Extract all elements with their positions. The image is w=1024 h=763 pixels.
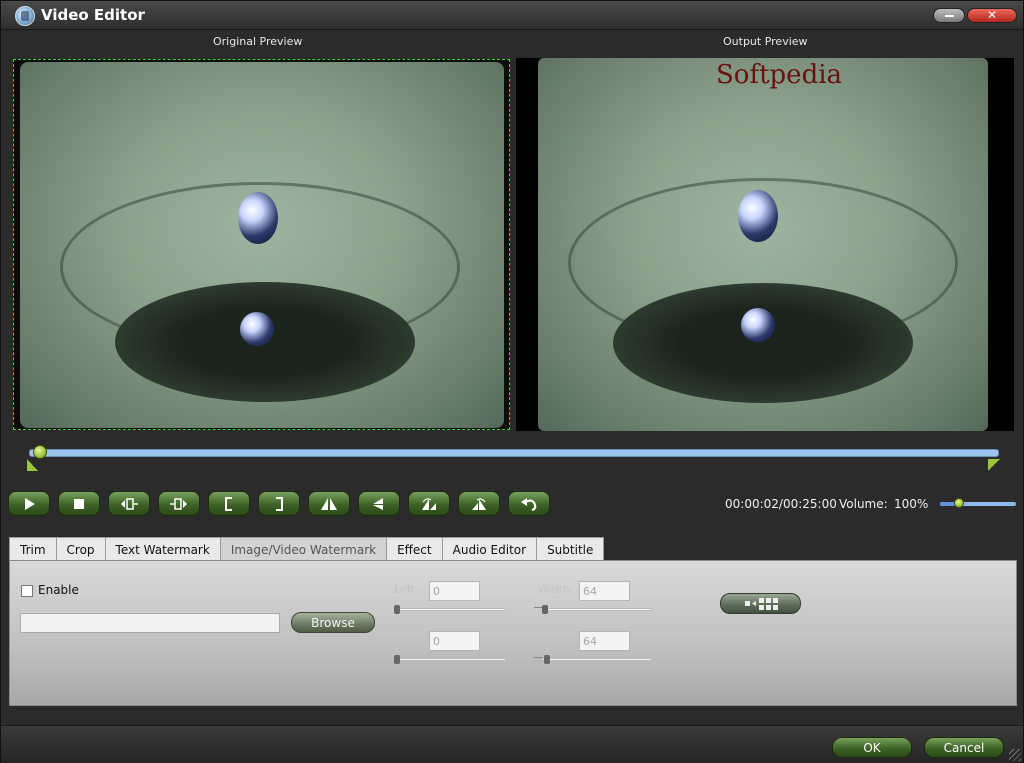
rotate-right-icon <box>472 497 486 510</box>
original-preview-label: Original Preview <box>213 35 303 48</box>
volume-label: Volume: <box>839 497 888 511</box>
ok-button[interactable]: OK <box>832 737 912 758</box>
window-title: Video Editor <box>41 6 145 24</box>
enable-label: Enable <box>38 583 79 597</box>
grid-position-icon <box>744 597 778 610</box>
left-field[interactable]: 0 <box>429 581 480 601</box>
next-frame-icon <box>170 497 187 510</box>
watermark-text: Softpedia <box>716 60 843 90</box>
mark-out-button[interactable] <box>258 491 300 516</box>
browse-button[interactable]: Browse <box>291 612 375 633</box>
cancel-button[interactable]: Cancel <box>924 737 1004 758</box>
top-slider[interactable] <box>396 658 506 661</box>
mark-in-button[interactable] <box>208 491 250 516</box>
top-slider-knob[interactable] <box>394 655 400 664</box>
volume-handle[interactable] <box>954 498 964 508</box>
flip-horizontal-icon <box>321 497 337 510</box>
tab-effect[interactable]: Effect <box>386 537 443 561</box>
play-button[interactable] <box>8 491 50 516</box>
app-icon <box>15 6 35 26</box>
close-icon: ✕ <box>986 8 998 22</box>
original-preview[interactable] <box>13 59 510 430</box>
video-editor-window: Video Editor ✕ Original Preview Output P… <box>0 0 1024 763</box>
tab-image-video-watermark[interactable]: Image/Video Watermark <box>219 537 388 561</box>
left-slider[interactable] <box>396 608 506 611</box>
next-frame-button[interactable] <box>158 491 200 516</box>
bracket-open-icon <box>225 496 232 511</box>
enable-checkbox[interactable] <box>21 585 33 597</box>
tab-audio-editor[interactable]: Audio Editor <box>441 537 538 561</box>
height-field[interactable]: 64 <box>579 631 630 651</box>
trim-end-marker[interactable] <box>988 459 1000 471</box>
output-preview-label: Output Preview <box>723 35 808 48</box>
title-bar: Video Editor ✕ <box>1 1 1023 30</box>
height-slider[interactable] <box>542 658 652 661</box>
width-slider[interactable] <box>542 608 652 611</box>
top-field[interactable]: 0 <box>429 631 480 651</box>
water-drop-image <box>238 192 278 244</box>
rotate-left-icon <box>422 497 436 510</box>
rotate-left-button[interactable] <box>408 491 450 516</box>
position-preset-button[interactable] <box>720 593 801 614</box>
minimize-button[interactable] <box>933 8 965 23</box>
resize-grip-icon[interactable] <box>1009 749 1021 761</box>
timeline-playhead[interactable] <box>32 445 47 459</box>
volume-slider[interactable] <box>940 502 1016 506</box>
tab-subtitle[interactable]: Subtitle <box>536 537 605 561</box>
original-video-frame <box>20 62 504 428</box>
watermark-file-input[interactable] <box>20 613 280 633</box>
width-label: Width: <box>538 583 574 596</box>
flip-vertical-button[interactable] <box>358 491 400 516</box>
width-slider-knob[interactable] <box>542 605 548 614</box>
height-slider-knob[interactable] <box>544 655 550 664</box>
editor-tabs: Trim Crop Text Watermark Image/Video Waterm… <box>9 537 605 561</box>
stop-button[interactable] <box>58 491 100 516</box>
watermark-panel: Enable Browse Left: 0 0 Width: 64 64 <box>9 560 1017 706</box>
left-slider-knob[interactable] <box>394 605 400 614</box>
undo-icon <box>521 497 537 511</box>
left-label: Left: <box>394 583 419 596</box>
bracket-close-icon <box>276 496 283 511</box>
output-video-frame: Softpedia <box>538 58 988 431</box>
output-preview: Softpedia <box>516 58 1014 431</box>
trim-start-marker[interactable] <box>27 459 38 471</box>
width-field[interactable]: 64 <box>579 581 630 601</box>
volume-value: 100% <box>894 497 929 511</box>
close-button[interactable]: ✕ <box>967 8 1017 23</box>
time-display: 00:00:02/00:25:00 <box>725 497 837 511</box>
play-icon <box>25 497 35 510</box>
tab-text-watermark[interactable]: Text Watermark <box>104 537 221 561</box>
stop-icon <box>74 498 84 509</box>
prev-frame-icon <box>121 497 138 510</box>
flip-horizontal-button[interactable] <box>308 491 350 516</box>
tab-crop[interactable]: Crop <box>55 537 106 561</box>
rotate-right-button[interactable] <box>458 491 500 516</box>
tab-trim[interactable]: Trim <box>9 537 57 561</box>
flip-vertical-icon <box>373 497 383 510</box>
timeline-track[interactable] <box>29 449 999 457</box>
prev-frame-button[interactable] <box>108 491 150 516</box>
reset-button[interactable] <box>508 491 550 516</box>
